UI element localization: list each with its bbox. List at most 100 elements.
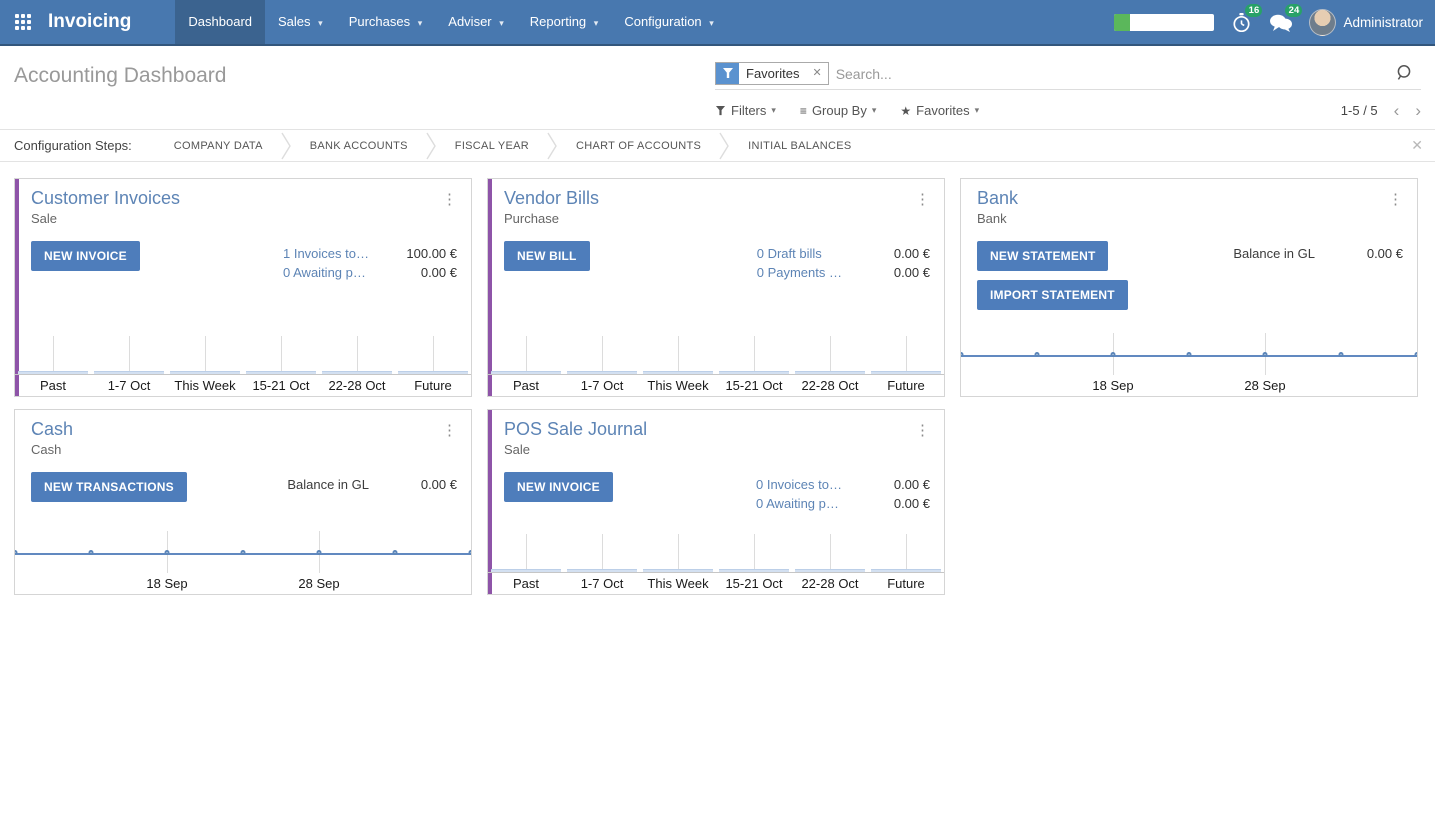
bar xyxy=(871,371,941,374)
new-statement-button[interactable]: NEW STATEMENT xyxy=(977,241,1108,271)
step-fiscal-year[interactable]: FISCAL YEAR xyxy=(437,140,547,152)
x-tick-label: 15-21 Oct xyxy=(243,378,319,393)
draft-bills-link[interactable]: 0 Draft bills xyxy=(757,244,842,263)
bar xyxy=(170,371,240,374)
mini-bar-chart: Past 1-7 Oct This Week 15-21 Oct 22-28 O… xyxy=(488,329,944,396)
stat-amount: 0.00 € xyxy=(868,263,930,282)
dashboard-kanban: ⋮ Customer Invoices Sale NEW INVOICE 1 I… xyxy=(0,162,1435,611)
awaiting-payments-link[interactable]: 0 Awaiting p… xyxy=(756,494,842,513)
new-bill-button[interactable]: NEW BILL xyxy=(504,241,590,271)
invoices-to-validate-link[interactable]: 1 Invoices to… xyxy=(283,244,369,263)
line-marker xyxy=(1415,352,1418,357)
step-bank-accounts[interactable]: BANK ACCOUNTS xyxy=(292,140,426,152)
search-icon[interactable] xyxy=(1395,63,1415,88)
step-company-data[interactable]: COMPANY DATA xyxy=(156,140,281,152)
card-title[interactable]: Cash xyxy=(31,419,73,440)
apps-menu-button[interactable] xyxy=(0,0,46,44)
mini-line-chart: 18 Sep 28 Sep xyxy=(15,526,471,594)
kebab-menu-icon[interactable]: ⋮ xyxy=(911,419,934,441)
stat-amount: 0.00 € xyxy=(868,244,930,263)
filters-button[interactable]: Filters ▾ xyxy=(715,103,776,118)
pager-next-icon[interactable]: › xyxy=(1415,104,1421,118)
new-transactions-button[interactable]: NEW TRANSACTIONS xyxy=(31,472,187,502)
mini-line-chart: 18 Sep 28 Sep xyxy=(961,328,1417,396)
user-name: Administrator xyxy=(1343,15,1423,30)
control-panel: Accounting Dashboard Favorites ✕ xyxy=(0,46,1435,129)
line-marker xyxy=(1110,352,1115,357)
favorites-button[interactable]: ★ Favorites ▾ xyxy=(900,103,979,118)
card-stats: Balance in GL 0.00 € xyxy=(287,472,457,494)
filter-funnel-icon xyxy=(716,63,739,84)
stat-amount: 100.00 € xyxy=(395,244,457,263)
star-icon: ★ xyxy=(900,104,911,118)
bar xyxy=(719,371,789,374)
balance-label: Balance in GL xyxy=(1233,244,1315,263)
close-icon[interactable]: ✕ xyxy=(1411,137,1423,154)
bar xyxy=(398,371,468,374)
activities-button[interactable]: 16 xyxy=(1230,11,1253,34)
card-subtitle: Bank xyxy=(977,211,1403,226)
kebab-menu-icon[interactable]: ⋮ xyxy=(438,188,461,210)
step-initial-balances[interactable]: INITIAL BALANCES xyxy=(730,140,869,152)
menu-sales[interactable]: Sales ▾ xyxy=(265,0,336,44)
payments-link[interactable]: 0 Payments … xyxy=(757,263,842,282)
card-stats: 0 Invoices to… 0 Awaiting p… 0.00 € 0.00… xyxy=(756,472,930,513)
import-statement-button[interactable]: IMPORT STATEMENT xyxy=(977,280,1128,310)
page-title: Accounting Dashboard xyxy=(14,58,715,129)
bar xyxy=(643,371,713,374)
card-title[interactable]: Bank xyxy=(977,188,1018,209)
kebab-menu-icon[interactable]: ⋮ xyxy=(1384,188,1407,210)
bar xyxy=(567,569,637,572)
card-subtitle: Sale xyxy=(31,211,457,226)
line-marker xyxy=(392,550,397,555)
kebab-menu-icon[interactable]: ⋮ xyxy=(438,419,461,441)
x-tick-label: 28 Sep xyxy=(1244,378,1285,393)
chevron-down-icon: ▾ xyxy=(975,105,980,116)
user-menu[interactable]: Administrator xyxy=(1309,9,1423,36)
menu-reporting[interactable]: Reporting ▾ xyxy=(517,0,612,44)
card-title[interactable]: Vendor Bills xyxy=(504,188,599,209)
menu-adviser[interactable]: Adviser ▾ xyxy=(435,0,517,44)
chevron-down-icon: ▾ xyxy=(872,105,877,116)
group-by-button[interactable]: ≡ Group By ▾ xyxy=(800,103,876,118)
x-tick-label: 15-21 Oct xyxy=(716,378,792,393)
card-title[interactable]: Customer Invoices xyxy=(31,188,180,209)
card-stats: 0 Draft bills 0 Payments … 0.00 € 0.00 € xyxy=(757,241,930,282)
x-tick-label: Past xyxy=(488,378,564,393)
x-tick-label: Past xyxy=(488,576,564,591)
chevron-down-icon: ▾ xyxy=(318,18,323,28)
invoices-to-validate-link[interactable]: 0 Invoices to… xyxy=(756,475,842,494)
bar xyxy=(491,371,561,374)
new-invoice-button[interactable]: NEW INVOICE xyxy=(504,472,613,502)
menu-dashboard[interactable]: Dashboard xyxy=(175,0,265,44)
messages-button[interactable]: 24 xyxy=(1269,11,1293,33)
x-tick-label: This Week xyxy=(640,576,716,591)
app-brand[interactable]: Invoicing xyxy=(46,0,175,44)
step-chart-of-accounts[interactable]: CHART OF ACCOUNTS xyxy=(558,140,719,152)
bar xyxy=(719,569,789,572)
bar xyxy=(246,371,316,374)
bar xyxy=(871,569,941,572)
configuration-steps-label: Configuration Steps: xyxy=(14,138,132,153)
line-marker xyxy=(1187,352,1192,357)
search-input[interactable] xyxy=(836,66,1387,82)
awaiting-payments-link[interactable]: 0 Awaiting p… xyxy=(283,263,369,282)
stat-amount: 0.00 € xyxy=(395,263,457,282)
card-title[interactable]: POS Sale Journal xyxy=(504,419,647,440)
pager-previous-icon[interactable]: ‹ xyxy=(1394,104,1400,118)
new-invoice-button[interactable]: NEW INVOICE xyxy=(31,241,140,271)
step-separator-chevron xyxy=(719,131,730,161)
bar xyxy=(795,371,865,374)
configuration-steps-bar: Configuration Steps: COMPANY DATA BANK A… xyxy=(0,129,1435,162)
x-tick-label: 1-7 Oct xyxy=(564,576,640,591)
kebab-menu-icon[interactable]: ⋮ xyxy=(911,188,934,210)
chevron-down-icon: ▾ xyxy=(499,18,504,28)
facet-remove-icon[interactable]: ✕ xyxy=(806,63,827,84)
menu-purchases[interactable]: Purchases ▾ xyxy=(336,0,436,44)
search-facet-favorites[interactable]: Favorites ✕ xyxy=(715,62,829,85)
card-pos-sale-journal: ⋮ POS Sale Journal Sale NEW INVOICE 0 In… xyxy=(487,409,945,595)
bar xyxy=(795,569,865,572)
menu-configuration[interactable]: Configuration ▾ xyxy=(611,0,726,44)
trial-progress-bar[interactable] xyxy=(1114,14,1214,31)
line-marker xyxy=(89,550,94,555)
